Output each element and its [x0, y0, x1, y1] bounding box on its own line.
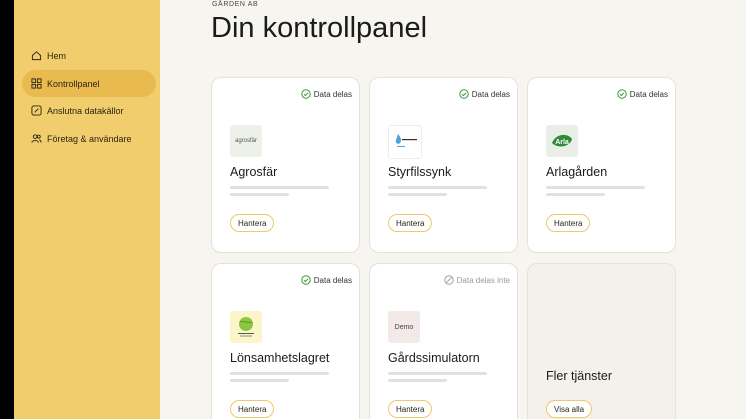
placeholder-line — [388, 372, 487, 375]
card-title: Arlagården — [546, 165, 608, 179]
placeholder-line — [230, 372, 329, 375]
manage-button[interactable]: Hantera — [388, 214, 433, 232]
manage-button[interactable]: Hantera — [230, 214, 275, 232]
manage-button[interactable]: Hantera — [230, 400, 275, 418]
placeholder-line — [230, 186, 329, 189]
styrfilssynk-logo — [388, 125, 422, 159]
sidebar-item-label: Företag & användare — [47, 133, 132, 144]
card-title: Fler tjänster — [546, 369, 612, 383]
drop-logo-icon — [395, 134, 417, 147]
arla-logo: Arla — [546, 125, 578, 157]
home-icon — [31, 51, 42, 61]
grid-icon — [31, 78, 42, 89]
manage-button[interactable]: Hantera — [388, 400, 433, 418]
check-circle-icon — [459, 89, 469, 99]
more-services-card: Fler tjänster Visa alla — [527, 263, 676, 419]
check-circle-icon — [617, 89, 627, 99]
app-frame: Hem Kontrollpanel Anslutna datakällor Fö… — [14, 0, 746, 419]
placeholder-line — [388, 186, 487, 189]
svg-text:Arla: Arla — [555, 139, 569, 146]
placeholder-line — [388, 379, 447, 382]
sidebar-item-label: Hem — [47, 50, 67, 61]
page-title: Din kontrollpanel — [211, 12, 428, 44]
sidebar-item-anslutna-datakallor[interactable]: Anslutna datakällor — [22, 97, 156, 124]
status-badge: Data delas inte — [443, 275, 510, 285]
link-icon — [31, 105, 42, 116]
placeholder-line — [230, 193, 289, 196]
sidebar-item-hem[interactable]: Hem — [22, 42, 156, 69]
placeholder-line — [230, 379, 289, 382]
card-title: Styrfilssynk — [388, 165, 452, 179]
service-card-arlagarden: Data delas Arla Arlagården Hantera — [527, 77, 676, 253]
check-circle-icon — [301, 89, 311, 99]
sidebar-item-foretag-anvandare[interactable]: Företag & användare — [22, 125, 156, 152]
service-card-agrosfar: Data delas agrosfär Agrosfär Hantera — [211, 77, 360, 253]
sidebar-item-label: Kontrollpanel — [47, 78, 100, 89]
show-all-button[interactable]: Visa alla — [546, 400, 593, 418]
service-card-styrfilssynk: Data delas Styrfilssynk Hantera — [369, 77, 518, 253]
company-name: GÅRDEN AB — [212, 1, 259, 8]
check-circle-icon — [301, 275, 311, 285]
arla-logo-icon: Arla — [552, 134, 572, 147]
status-badge: Data delas — [301, 89, 352, 99]
sidebar-item-kontrollpanel[interactable]: Kontrollpanel — [22, 70, 156, 97]
card-title: Gårdssimulatorn — [388, 351, 480, 365]
sidebar-item-label: Anslutna datakällor — [47, 105, 124, 116]
lonsamhetslagret-logo — [230, 311, 262, 343]
placeholder-line — [546, 186, 645, 189]
service-card-lonsamhetslagret: Data delas Lönsamhetslagret Hantera — [211, 263, 360, 419]
placeholder-line — [546, 193, 605, 196]
not-shared-icon — [443, 275, 454, 285]
gardssimulatorn-logo: Demo — [388, 311, 420, 343]
agrosfar-logo: agrosfär — [230, 125, 262, 157]
users-icon — [31, 134, 42, 143]
card-title: Agrosfär — [230, 165, 278, 179]
globe-logo-icon — [238, 317, 254, 337]
service-card-gardssimulatorn: Data delas inte Demo Gårdssimulatorn Han… — [369, 263, 518, 419]
status-badge: Data delas — [459, 89, 510, 99]
card-title: Lönsamhetslagret — [230, 351, 330, 365]
placeholder-line — [388, 193, 447, 196]
status-badge: Data delas — [301, 275, 352, 285]
status-badge: Data delas — [617, 89, 668, 99]
sidebar: Hem Kontrollpanel Anslutna datakällor Fö… — [14, 0, 160, 419]
manage-button[interactable]: Hantera — [546, 214, 591, 232]
